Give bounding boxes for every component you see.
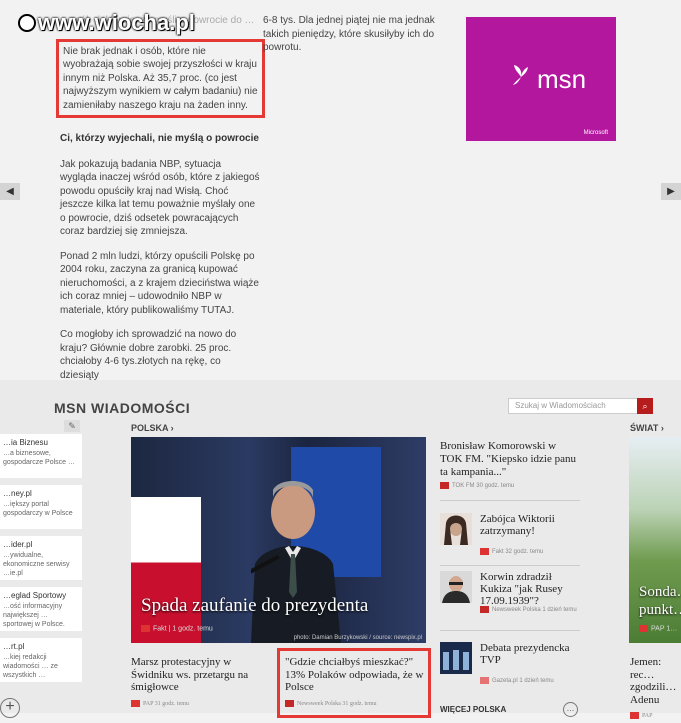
hero-headline[interactable]: Spada zaufanie do prezydenta	[141, 595, 368, 617]
more-options-icon[interactable]: …	[563, 702, 578, 717]
news-thumbnail	[440, 513, 472, 545]
world-headline[interactable]: Sonda… punkt…	[639, 583, 681, 619]
msn-ad-sponsor: Microsoft	[583, 130, 608, 136]
news-item[interactable]: Debata prezydencka TVP Gazeta.pl 1 dzień…	[440, 642, 580, 692]
photo-credit: photo: Damian Burzykowski / source: news…	[293, 635, 422, 641]
msn-ad-wordmark: msn	[537, 64, 587, 94]
article-column-1: …osób deklaruje, że myśli o powrocie do …	[56, 14, 265, 393]
article-area: …osób deklaruje, że myśli o powrocie do …	[0, 0, 681, 381]
tokfm-logo-icon	[440, 482, 449, 489]
source-card[interactable]: …rt.pl …kiej redakcji wiadomości … ze wsz…	[0, 638, 82, 682]
watermark-globe-icon	[18, 14, 36, 32]
news-source: Fakt 32 godz. temu	[480, 547, 543, 555]
watermark-logo: www.wiocha.pl	[18, 10, 195, 36]
article-paragraph: Co mogłoby ich sprowadzić na nowo do kra…	[60, 329, 237, 381]
pap-logo-icon	[639, 625, 648, 632]
news-item[interactable]: Korwin zdradził Kukiza "jak Rusey 17.09.…	[440, 571, 580, 621]
bottom-news-item[interactable]: Marsz protestacyjny w Świdniku ws. przet…	[131, 656, 266, 710]
news-headline[interactable]: Marsz protestacyjny w Świdniku ws. przet…	[131, 656, 266, 694]
news-source: Newsweek Polska 1 dzień temu	[480, 605, 577, 613]
add-source-icon[interactable]: +	[0, 698, 20, 718]
highlight-box	[277, 648, 431, 718]
next-page-button[interactable]: ▶	[661, 183, 681, 200]
edit-icon[interactable]: ✎	[64, 420, 80, 432]
article-column-2: 6-8 tys. Dla jednej piątej nie ma jednak…	[263, 15, 435, 53]
world-source: PAP 1…	[639, 625, 677, 632]
hero-news-card[interactable]: Spada zaufanie do prezydenta Fakt | 1 go…	[131, 437, 426, 643]
section-swiat-link[interactable]: ŚWIAT ›	[630, 423, 664, 433]
pap-logo-icon	[630, 712, 639, 720]
source-card[interactable]: …ia Biznesu …a biznesowe, gospodarcze Pol…	[0, 434, 82, 478]
news-headline[interactable]: Debata prezydencka TVP	[480, 642, 580, 666]
search-placeholder: Szukaj w Wiadomościach	[515, 401, 606, 410]
president-photo	[251, 481, 341, 643]
source-card[interactable]: …ney.pl …iększy portal gospodarczy w Pols…	[0, 485, 82, 529]
hero-source: Fakt | 1 godz. temu	[141, 625, 213, 632]
search-input[interactable]: Szukaj w Wiadomościach ⌕	[508, 398, 653, 414]
msn-news-title: MSN WIADOMOŚCI	[54, 400, 191, 416]
prev-page-button[interactable]: ◀	[0, 183, 20, 200]
article-paragraph: Jak pokazują badania NBP, sytuacja wyglą…	[60, 158, 260, 238]
fakt-logo-icon	[141, 625, 150, 632]
pap-logo-icon	[131, 699, 140, 707]
news-thumbnail	[440, 642, 472, 674]
newsweek-logo-icon	[480, 605, 489, 613]
fakt-logo-icon	[480, 547, 489, 555]
news-headline[interactable]: Zabójca Wiktorii zatrzymany!	[480, 513, 580, 537]
source-list: …ia Biznesu …a biznesowe, gospodarcze Pol…	[0, 434, 82, 689]
news-source: Gazeta.pl 1 dzień temu	[480, 676, 554, 684]
msn-ad-banner[interactable]: msn Microsoft	[466, 17, 616, 141]
news-source: PAP	[630, 710, 681, 723]
search-icon[interactable]: ⌕	[637, 398, 653, 414]
news-source: TOK FM 30 godz. temu	[440, 482, 580, 489]
side-news-first[interactable]: Bronisław Komorowski w TOK FM. "Kiepsko …	[440, 440, 580, 489]
world-news-card[interactable]: Sonda… punkt… PAP 1…	[629, 437, 681, 643]
msn-butterfly-icon	[513, 65, 528, 85]
highlighted-paragraph: Nie brak jednak i osób, które nie wyobra…	[56, 38, 265, 118]
news-thumbnail	[440, 571, 472, 603]
news-headline[interactable]: Jemen: rec… zgodzili… Adenu	[630, 656, 681, 706]
news-item[interactable]: Zabójca Wiktorii zatrzymany! Fakt 32 god…	[440, 513, 580, 563]
source-card[interactable]: …eglad Sportowy …ość informacyjny najwięk…	[0, 587, 82, 631]
news-headline[interactable]: Bronisław Komorowski w TOK FM. "Kiepsko …	[440, 440, 580, 479]
gazeta-logo-icon	[480, 676, 489, 684]
msn-news-panel: MSN WIADOMOŚCI Szukaj w Wiadomościach ⌕ …	[0, 380, 681, 720]
section-polska-link[interactable]: POLSKA ›	[131, 423, 174, 433]
news-headline[interactable]: Korwin zdradził Kukiza "jak Rusey 17.09.…	[480, 571, 580, 607]
news-source: PAP 31 godz. temu	[131, 698, 266, 711]
source-card[interactable]: …ider.pl …ywidualne, ekonomiczne serwisy …	[0, 536, 82, 580]
article-paragraph: Ponad 2 mln ludzi, którzy opuścili Polsk…	[60, 250, 259, 316]
polish-flag	[131, 497, 201, 643]
article-subheading: Ci, którzy wyjechali, nie myślą o powroc…	[60, 133, 259, 144]
